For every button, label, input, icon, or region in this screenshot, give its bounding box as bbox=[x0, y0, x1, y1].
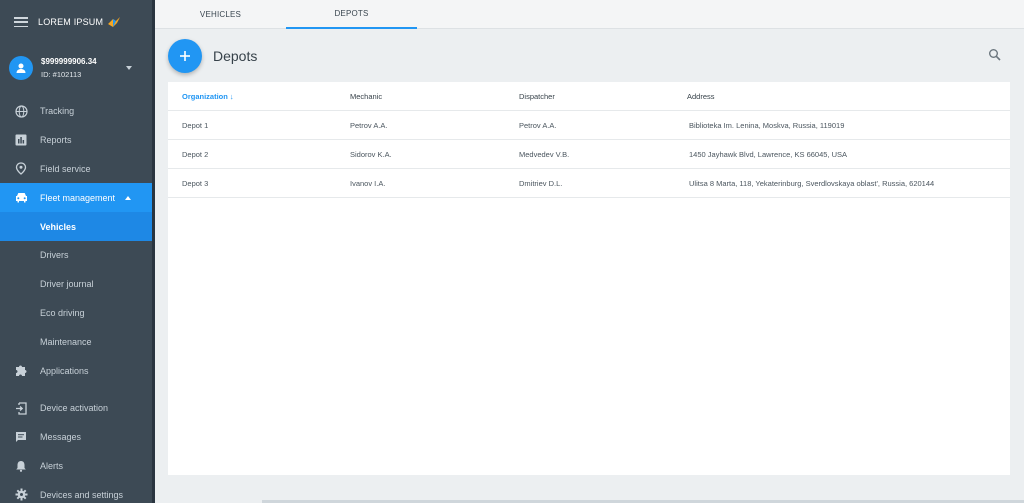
cell-mechanic: Ivanov I.A. bbox=[350, 179, 386, 188]
puzzle-icon bbox=[14, 364, 28, 378]
table-header: Organization ↓ Mechanic Dispatcher Addre… bbox=[168, 82, 1010, 111]
sidebar-item-maintenance[interactable]: Maintenance bbox=[0, 327, 152, 356]
tab-bar: VEHICLES DEPOTS bbox=[155, 0, 1024, 29]
avatar bbox=[9, 56, 33, 80]
sidebar-item-applications[interactable]: Applications bbox=[0, 356, 152, 385]
column-header-organization[interactable]: Organization ↓ bbox=[182, 92, 234, 101]
sidebar-item-device-activation[interactable]: Device activation bbox=[0, 394, 152, 423]
sidebar-item-fleet-management[interactable]: Fleet management bbox=[0, 183, 152, 213]
login-icon bbox=[14, 401, 28, 415]
sidebar-item-label: Device activation bbox=[40, 403, 109, 414]
tab-depots[interactable]: DEPOTS bbox=[286, 0, 417, 29]
account-balance: $999999906.34 bbox=[41, 57, 97, 66]
sidebar-item-label: Alerts bbox=[40, 460, 64, 471]
cell-address: Ulitsa 8 Marta, 118, Yekaterinburg, Sver… bbox=[689, 179, 935, 188]
gear-icon bbox=[14, 488, 28, 502]
chevron-up-icon bbox=[125, 196, 131, 201]
sidebar-divider bbox=[152, 0, 155, 503]
cell-mechanic: Petrov A.A. bbox=[350, 121, 388, 130]
sidebar-item-label: Tracking bbox=[40, 106, 75, 117]
cell-organization: Depot 1 bbox=[182, 121, 209, 130]
column-header-dispatcher[interactable]: Dispatcher bbox=[519, 92, 555, 101]
sidebar-item-label: Driver journal bbox=[40, 279, 94, 290]
sidebar-item-label: Vehicles bbox=[40, 221, 77, 232]
table-row[interactable]: Depot 2 Sidorov K.A. Medvedev V.B. 1450 … bbox=[168, 140, 1010, 169]
sidebar-nav: Tracking Reports Field service Fleet man… bbox=[0, 97, 152, 503]
sidebar-item-label: Eco driving bbox=[40, 307, 85, 318]
bell-icon bbox=[14, 459, 28, 473]
sidebar-item-eco-driving[interactable]: Eco driving bbox=[0, 299, 152, 328]
sidebar-item-label: Maintenance bbox=[40, 336, 92, 347]
page-title: Depots bbox=[213, 48, 258, 64]
brand-name: LOREM IPSUM bbox=[38, 17, 104, 27]
cell-address: Biblioteka Im. Lenina, Moskva, Russia, 1… bbox=[689, 121, 845, 130]
plus-icon bbox=[180, 51, 190, 61]
sidebar-item-driver-journal[interactable]: Driver journal bbox=[0, 270, 152, 299]
table-row[interactable]: Depot 1 Petrov A.A. Petrov A.A. Bibliote… bbox=[168, 111, 1010, 140]
depots-table: Organization ↓ Mechanic Dispatcher Addre… bbox=[168, 82, 1010, 475]
cell-dispatcher: Dmitriev D.L. bbox=[519, 179, 563, 188]
cell-organization: Depot 3 bbox=[182, 179, 209, 188]
sidebar-item-label: Field service bbox=[40, 163, 91, 174]
cell-address: 1450 Jayhawk Blvd, Lawrence, KS 66045, U… bbox=[689, 150, 848, 159]
sidebar-item-tracking[interactable]: Tracking bbox=[0, 97, 152, 126]
search-icon[interactable] bbox=[988, 48, 1002, 62]
bird-logo-icon bbox=[108, 17, 121, 27]
sidebar-item-messages[interactable]: Messages bbox=[0, 423, 152, 452]
sidebar-item-drivers[interactable]: Drivers bbox=[0, 241, 152, 270]
sidebar-item-devices-settings[interactable]: Devices and settings bbox=[0, 480, 152, 503]
table-row[interactable]: Depot 3 Ivanov I.A. Dmitriev D.L. Ulitsa… bbox=[168, 169, 1010, 198]
bar-chart-icon bbox=[14, 133, 28, 147]
message-icon bbox=[14, 430, 28, 444]
sidebar: LOREM IPSUM $999999906.34 ID: #102113 Tr… bbox=[0, 0, 152, 503]
cell-dispatcher: Medvedev V.B. bbox=[519, 150, 570, 159]
user-icon bbox=[16, 63, 26, 73]
menu-icon[interactable] bbox=[14, 17, 28, 27]
chevron-down-icon[interactable] bbox=[126, 66, 132, 70]
brand-bar: LOREM IPSUM bbox=[0, 0, 152, 44]
sidebar-item-label: Reports bbox=[40, 135, 72, 146]
tab-vehicles[interactable]: VEHICLES bbox=[155, 0, 286, 29]
sidebar-item-label: Applications bbox=[40, 365, 89, 376]
sidebar-item-label: Messages bbox=[40, 432, 82, 443]
sidebar-item-label: Fleet management bbox=[40, 192, 116, 203]
sidebar-item-reports[interactable]: Reports bbox=[0, 126, 152, 155]
sidebar-item-field-service[interactable]: Field service bbox=[0, 155, 152, 184]
column-header-address[interactable]: Address bbox=[687, 92, 715, 101]
car-icon bbox=[14, 191, 28, 205]
cell-dispatcher: Petrov A.A. bbox=[519, 121, 557, 130]
globe-icon bbox=[14, 104, 28, 118]
column-header-mechanic[interactable]: Mechanic bbox=[350, 92, 382, 101]
page-header: Depots bbox=[168, 38, 1010, 78]
cell-organization: Depot 2 bbox=[182, 150, 209, 159]
sidebar-item-vehicles[interactable]: Vehicles bbox=[0, 212, 152, 241]
sidebar-item-label: Devices and settings bbox=[40, 489, 124, 500]
add-depot-button[interactable] bbox=[168, 39, 202, 73]
account-selector[interactable]: $999999906.34 ID: #102113 bbox=[0, 44, 152, 92]
cell-mechanic: Sidorov K.A. bbox=[350, 150, 392, 159]
map-pin-icon bbox=[14, 162, 28, 176]
account-id: ID: #102113 bbox=[41, 70, 82, 79]
sidebar-item-alerts[interactable]: Alerts bbox=[0, 452, 152, 481]
sidebar-item-label: Drivers bbox=[40, 250, 69, 261]
